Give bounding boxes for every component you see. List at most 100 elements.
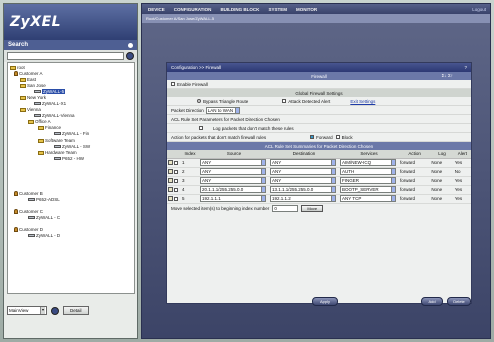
search-input[interactable] bbox=[7, 52, 124, 60]
block-checkbox[interactable] bbox=[335, 135, 340, 139]
row-select-checkbox[interactable] bbox=[174, 187, 178, 192]
source-value: ANY bbox=[202, 160, 212, 165]
panel-title-bar: Configuration >> Firewall ? bbox=[167, 63, 471, 72]
view-go-icon[interactable] bbox=[51, 306, 59, 315]
tree-node[interactable]: ZyWALL-Vienna bbox=[34, 113, 75, 118]
tree-node[interactable]: East bbox=[20, 77, 36, 82]
search-label: Search bbox=[8, 42, 29, 48]
destination-select[interactable]: ANY bbox=[270, 177, 336, 184]
source-select[interactable]: ANY bbox=[200, 159, 266, 166]
row-select-checkbox[interactable] bbox=[174, 160, 178, 165]
search-header: Search bbox=[4, 40, 137, 50]
destination-value: 192.1.1.2 bbox=[272, 196, 291, 201]
menu-building-block[interactable]: BUILDING BLOCK bbox=[220, 7, 259, 12]
tree-node[interactable]: ZyWALL-5 bbox=[34, 89, 66, 94]
rule-log: None bbox=[431, 178, 443, 183]
menu-monitor[interactable]: MONITOR bbox=[296, 7, 317, 12]
tree-node[interactable]: Vienna bbox=[20, 107, 41, 112]
device-icon bbox=[54, 145, 61, 148]
rule-index: 3 bbox=[182, 178, 185, 183]
tree-node[interactable]: Office A bbox=[28, 119, 51, 124]
tree-node[interactable]: Finance bbox=[38, 125, 61, 130]
detail-button[interactable]: Detail bbox=[63, 306, 89, 315]
service-select[interactable]: AUTH bbox=[340, 168, 396, 175]
tree-node[interactable]: Software Team bbox=[38, 138, 75, 143]
tree-node[interactable]: root bbox=[10, 65, 25, 70]
tree-node[interactable]: San Jose bbox=[20, 83, 46, 88]
acl-params-label: ACL Rule Set Parameters for Packet Direc… bbox=[171, 116, 280, 122]
exit-settings-link[interactable]: Exit Settings bbox=[350, 99, 375, 104]
export-import-icons[interactable]: Σ↓ Σ↑ bbox=[442, 73, 453, 78]
move-index-input[interactable]: 0 bbox=[272, 205, 299, 212]
folder-icon bbox=[20, 77, 26, 82]
chevron-down-icon bbox=[261, 178, 265, 183]
forward-checkbox[interactable] bbox=[310, 135, 315, 139]
tree-node[interactable]: ZyWALL - SW bbox=[54, 144, 90, 149]
service-select[interactable]: FINGER bbox=[340, 177, 396, 184]
enable-firewall-checkbox[interactable] bbox=[171, 82, 175, 86]
row-select-checkbox[interactable] bbox=[174, 178, 178, 183]
source-select[interactable]: ANY bbox=[200, 168, 266, 175]
add-button[interactable]: Add bbox=[421, 297, 443, 306]
move-button[interactable]: Move bbox=[301, 205, 324, 212]
apply-button[interactable]: Apply bbox=[312, 297, 338, 306]
help-icon[interactable]: ? bbox=[464, 65, 467, 70]
tree-node[interactable]: Hardware Team bbox=[38, 150, 77, 155]
rules-body: 1 ANY ANY AIM/NEW-ICQ forward None Yes 2 ANY ANY A… bbox=[167, 158, 471, 204]
destination-value: ANY bbox=[272, 160, 282, 165]
rule-alert: Yes bbox=[454, 160, 463, 165]
destination-select[interactable]: 13.1.1.1/255.255.0.0 bbox=[270, 186, 336, 193]
tree-node[interactable]: ZyWALL-X1 bbox=[34, 101, 66, 106]
folder-icon bbox=[20, 107, 26, 112]
destination-select[interactable]: ANY bbox=[270, 159, 336, 166]
destination-select[interactable]: ANY bbox=[270, 168, 336, 175]
tree-node[interactable]: ZyWALL - D bbox=[28, 233, 60, 238]
tree-node-label: Office A bbox=[35, 119, 51, 124]
tree-node[interactable]: Customer C bbox=[14, 209, 43, 214]
source-select[interactable]: ANY bbox=[200, 177, 266, 184]
edit-icon[interactable] bbox=[168, 177, 173, 183]
source-select[interactable]: 192.1.1.1 bbox=[200, 195, 266, 202]
edit-icon[interactable] bbox=[168, 168, 173, 174]
tree-node[interactable]: Customer D bbox=[14, 227, 43, 232]
tree-node[interactable]: P652-ADSL bbox=[28, 197, 60, 202]
menu-system[interactable]: SYSTEM bbox=[268, 7, 287, 12]
device-tree[interactable]: root Customer A East San Jose ZyWALL-5 New Yo… bbox=[7, 62, 135, 294]
tree-node[interactable]: ZyWALL - Fin bbox=[54, 131, 89, 136]
search-go-icon[interactable] bbox=[126, 52, 134, 60]
row-select-checkbox[interactable] bbox=[174, 169, 178, 174]
col-services: Services bbox=[339, 150, 399, 159]
tree-node[interactable]: New York bbox=[20, 95, 46, 100]
service-select[interactable]: ANY TCP bbox=[340, 195, 396, 202]
left-bottom-controls: MainView ▾ Detail bbox=[7, 306, 89, 315]
rule-action: forward bbox=[400, 160, 416, 165]
menu-configuration[interactable]: CONFIGURATION bbox=[174, 7, 212, 12]
tree-node[interactable]: Customer A bbox=[14, 71, 43, 76]
log-unmatched-checkbox[interactable] bbox=[199, 126, 203, 130]
edit-icon[interactable] bbox=[168, 159, 173, 165]
tree-node-label: P652-ADSL bbox=[36, 197, 60, 202]
enable-firewall-label: Enable Firewall bbox=[177, 81, 208, 87]
edit-icon[interactable] bbox=[168, 195, 173, 201]
tree-node-label: ZyWALL - C bbox=[36, 215, 61, 220]
packet-direction-select[interactable]: LAN to WAN bbox=[205, 106, 240, 114]
rule-alert: Yes bbox=[454, 178, 463, 183]
source-select[interactable]: 20.1.1.1/255.255.0.0 bbox=[200, 186, 266, 193]
service-select[interactable]: AIM/NEW-ICQ bbox=[340, 159, 396, 166]
attack-alert-checkbox[interactable] bbox=[282, 99, 287, 103]
tree-node[interactable]: P652 - HW bbox=[54, 156, 84, 161]
menu-device[interactable]: DEVICE bbox=[148, 7, 165, 12]
service-select[interactable]: BOOTP_SERVER bbox=[340, 186, 396, 193]
logout-link[interactable]: Logout bbox=[472, 7, 486, 12]
row-select-checkbox[interactable] bbox=[174, 196, 178, 201]
destination-select[interactable]: 192.1.1.2 bbox=[270, 195, 336, 202]
bypass-triangle-radio[interactable] bbox=[197, 99, 201, 103]
customer-icon bbox=[14, 191, 18, 196]
view-select[interactable]: MainView ▾ bbox=[7, 306, 47, 315]
tree-node[interactable]: Customer B bbox=[14, 191, 43, 196]
edit-icon[interactable] bbox=[168, 186, 173, 192]
tree-node[interactable]: ZyWALL - C bbox=[28, 215, 60, 220]
chevron-down-icon[interactable]: ▾ bbox=[40, 307, 45, 314]
col-index: Index bbox=[181, 150, 199, 159]
delete-button[interactable]: Delete bbox=[447, 297, 471, 306]
